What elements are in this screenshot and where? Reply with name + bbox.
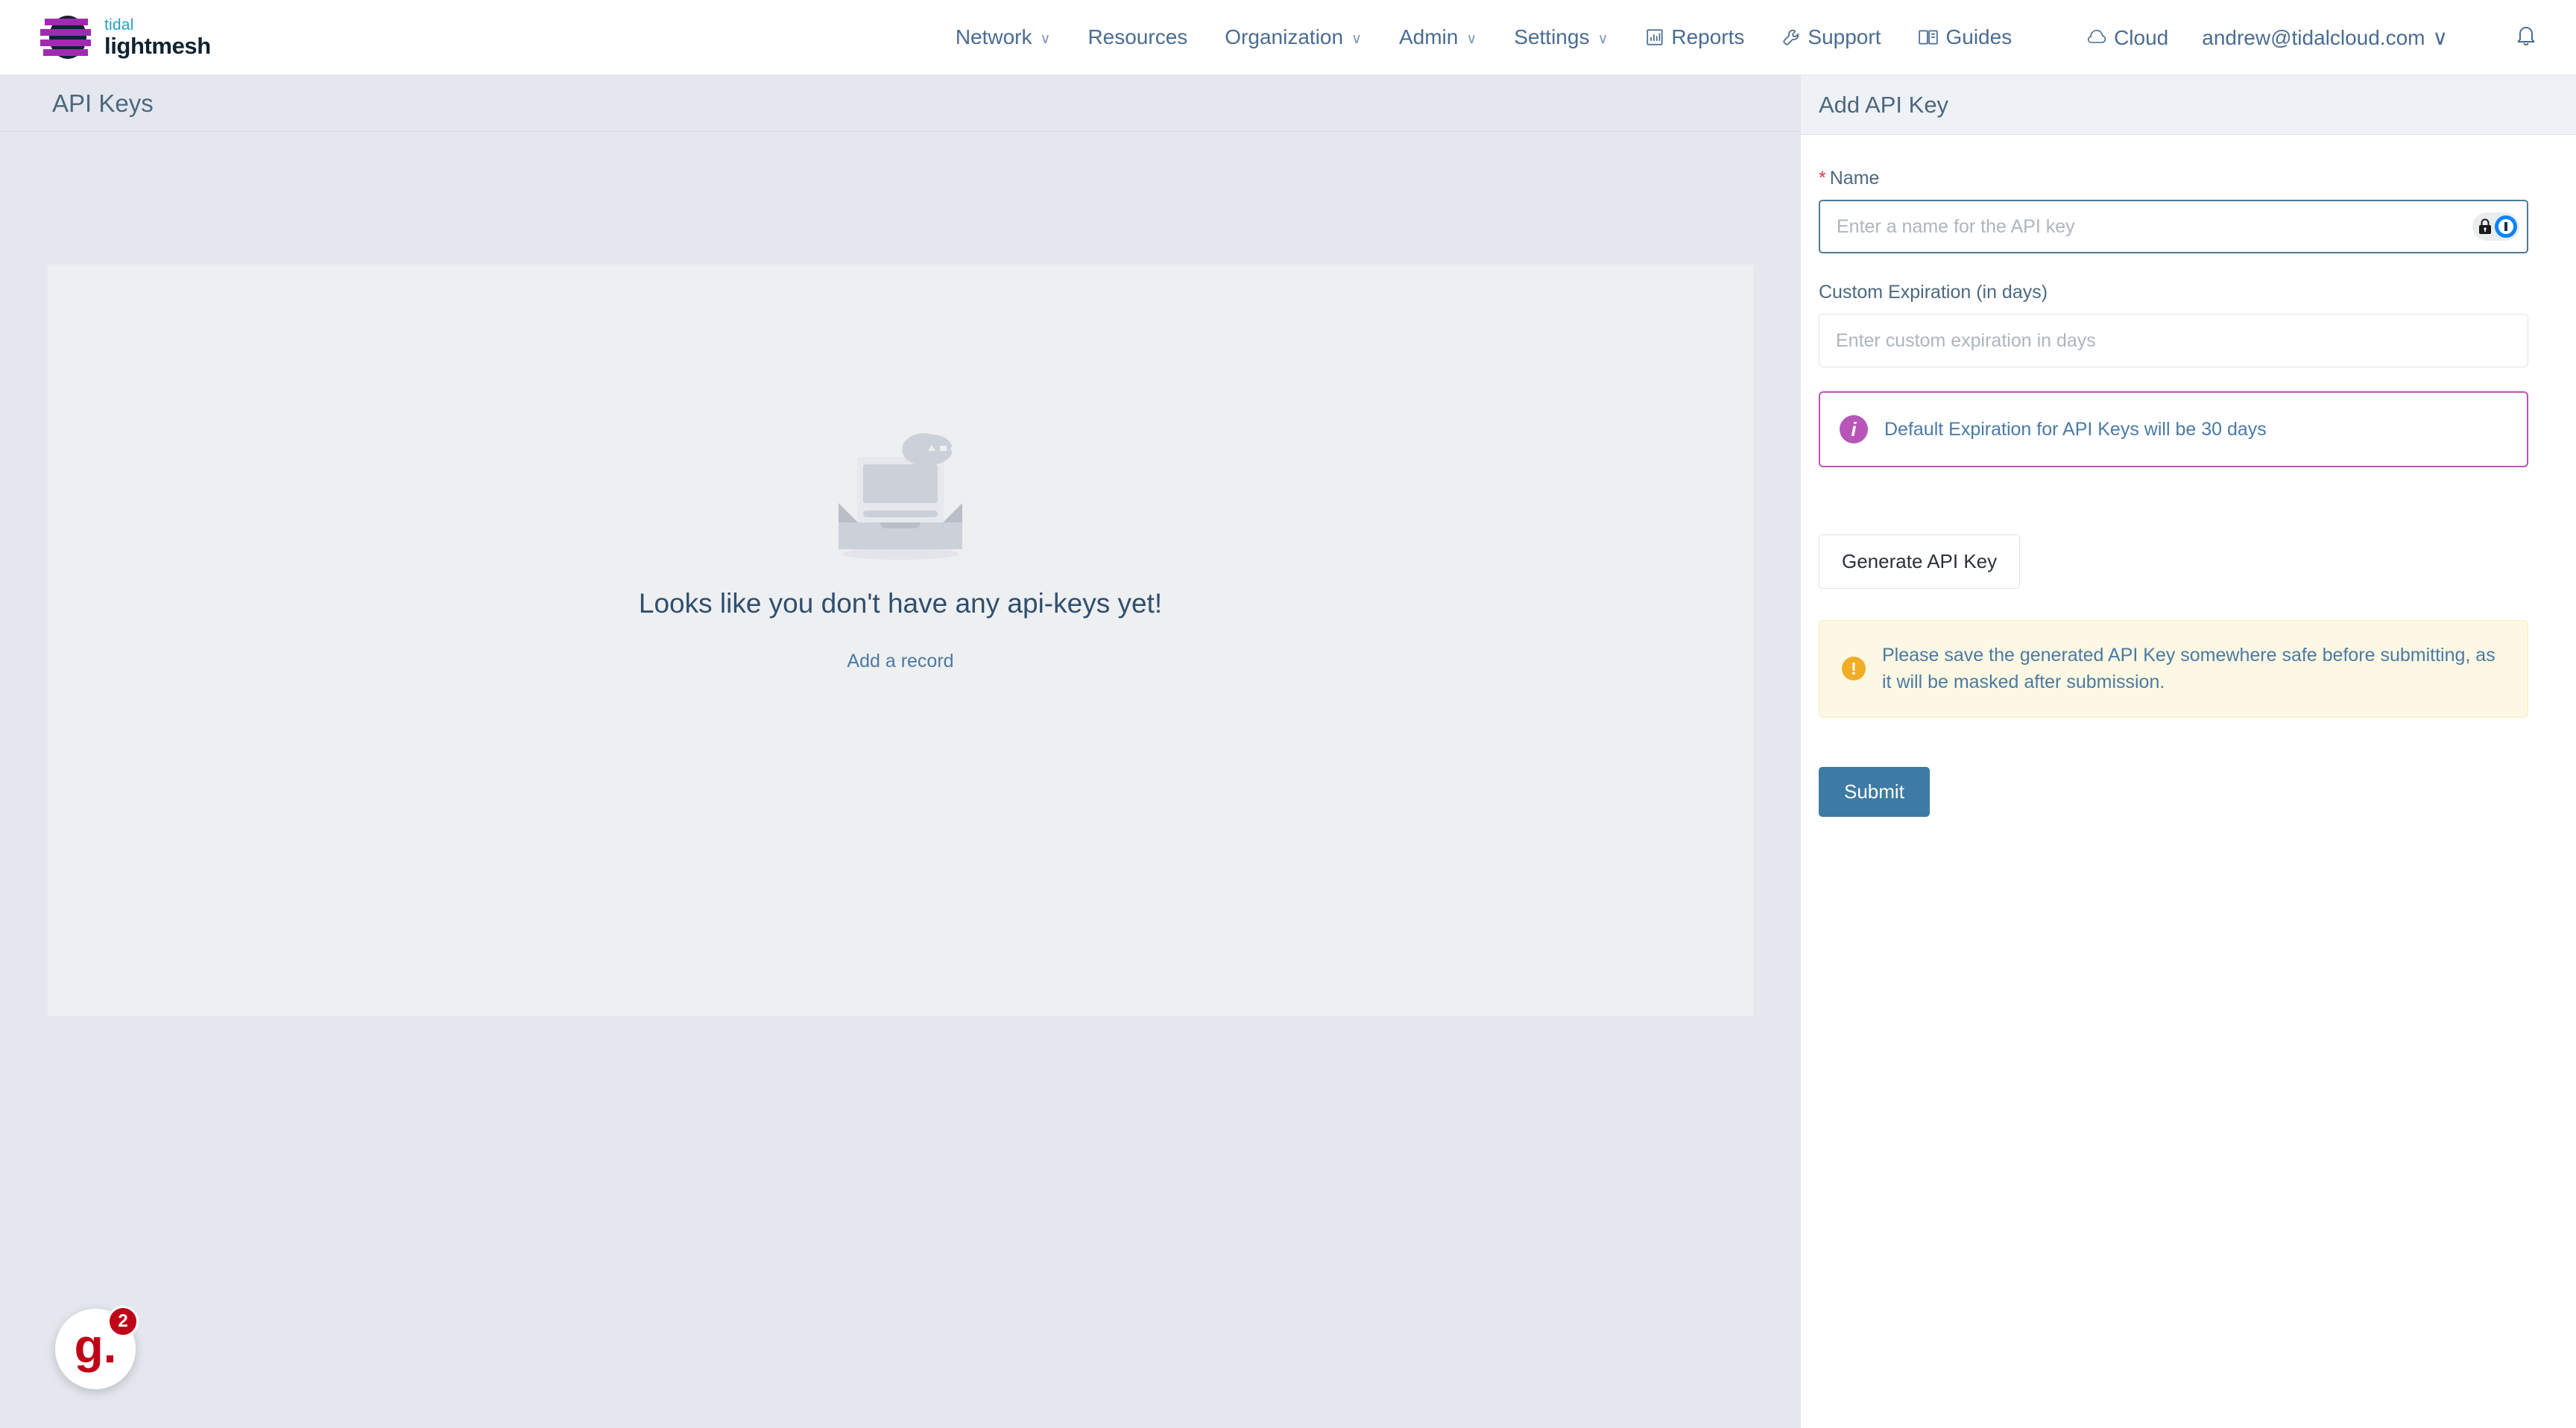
nav-label: Network <box>955 25 1032 48</box>
name-field-label: * Name <box>1819 168 2558 189</box>
generate-api-key-button[interactable]: Generate API Key <box>1819 534 2021 589</box>
name-label-text: Name <box>1829 168 1880 189</box>
nav-label: Reports <box>1671 25 1745 48</box>
panel-body: *Name Custom Expiration (in days) <box>1801 135 2576 817</box>
chevron-down-icon: ∨ <box>1597 31 1609 47</box>
empty-state-title: Looks like you don't have any api-keys y… <box>638 588 1163 619</box>
bar-chart-icon <box>1645 28 1664 47</box>
lightmesh-logo-icon <box>39 14 92 60</box>
cloud-icon <box>2086 29 2107 46</box>
nav-item-cloud[interactable]: Cloud <box>2068 26 2187 50</box>
nav-item-support[interactable]: Support <box>1763 25 1899 49</box>
chevron-down-icon: ∨ <box>1040 31 1051 47</box>
nav-item-reports[interactable]: Reports <box>1626 25 1763 49</box>
nav-label: Organization <box>1225 25 1344 48</box>
nav-label: Admin <box>1398 25 1459 48</box>
add-api-key-panel: Add API Key *Name Custom Expira <box>1801 75 2576 1428</box>
brand-top-word: tidal <box>104 16 134 34</box>
name-input-wrapper <box>1819 200 2528 253</box>
nav-label: Cloud <box>2114 25 2169 49</box>
chat-unread-badge: 2 <box>107 1306 139 1337</box>
wrench-icon <box>1781 28 1801 47</box>
main-content-area: Looks like you don't have any api-keys y… <box>0 132 1801 1428</box>
password-manager-badge[interactable] <box>2472 212 2519 241</box>
nav-item-network[interactable]: Network ∨ <box>937 25 1070 49</box>
nav-label: Guides <box>1945 25 2012 48</box>
page-title: API Keys <box>52 89 154 117</box>
nav-label: Settings <box>1514 25 1590 48</box>
notifications-button[interactable] <box>2515 24 2537 51</box>
nav-item-organization[interactable]: Organization ∨ <box>1206 25 1380 49</box>
lock-icon <box>2477 218 2493 236</box>
save-key-warning-box: ! Please save the generated API Key some… <box>1819 620 2528 718</box>
chevron-down-icon: ∨ <box>1466 31 1477 47</box>
expiration-field-group: Custom Expiration (in days) <box>1819 282 2558 367</box>
default-expiration-info-box: i Default Expiration for API Keys will b… <box>1819 391 2528 467</box>
nav-item-settings[interactable]: Settings ∨ <box>1495 25 1626 49</box>
main-menu: Network ∨ Resources Organization ∨ Admin… <box>937 25 2030 49</box>
chevron-down-icon: ∨ <box>1351 31 1362 47</box>
default-expiration-info-text: Default Expiration for API Keys will be … <box>1884 418 2267 440</box>
page-header-bar: API Keys <box>0 75 1801 132</box>
nav-item-resources[interactable]: Resources <box>1069 25 1206 49</box>
api-key-name-input[interactable] <box>1819 200 2528 253</box>
nav-item-guides[interactable]: Guides <box>1899 25 2030 49</box>
empty-state: Looks like you don't have any api-keys y… <box>48 265 1753 1016</box>
bell-icon <box>2515 27 2537 51</box>
api-keys-list-card: Looks like you don't have any api-keys y… <box>48 265 1753 1016</box>
panel-header: Add API Key <box>1801 75 2576 135</box>
empty-inbox-illustration <box>822 421 979 563</box>
info-icon: i <box>1840 415 1868 443</box>
custom-expiration-input[interactable] <box>1819 314 2528 367</box>
password-manager-circle-icon <box>2495 215 2517 238</box>
brand-bottom-word: lightmesh <box>104 33 211 59</box>
save-key-warning-text: Please save the generated API Key somewh… <box>1882 645 2496 693</box>
submit-button[interactable]: Submit <box>1819 766 1930 817</box>
brand-logo[interactable]: tidal lightmesh <box>39 14 211 60</box>
book-icon <box>1918 28 1939 47</box>
user-account-menu[interactable]: andrew@tidalcloud.com ∨ <box>2187 25 2463 50</box>
required-marker: * <box>1819 168 1826 189</box>
expiration-field-label: Custom Expiration (in days) <box>1819 282 2048 303</box>
user-email-label: andrew@tidalcloud.com <box>2202 25 2425 49</box>
top-navigation-bar: tidal lightmesh Network ∨ Resources Orga… <box>0 0 2576 75</box>
chat-launcher-widget[interactable]: g. 2 <box>55 1306 139 1389</box>
panel-title: Add API Key <box>1819 91 1949 118</box>
add-a-record-link[interactable]: Add a record <box>847 651 953 672</box>
nav-right-cluster: Cloud andrew@tidalcloud.com ∨ <box>2068 0 2576 75</box>
nav-item-admin[interactable]: Admin ∨ <box>1380 25 1495 49</box>
warning-icon: ! <box>1842 657 1866 681</box>
nav-label: Resources <box>1087 25 1188 48</box>
nav-label: Support <box>1808 25 1881 48</box>
chevron-down-icon: ∨ <box>2432 26 2449 49</box>
